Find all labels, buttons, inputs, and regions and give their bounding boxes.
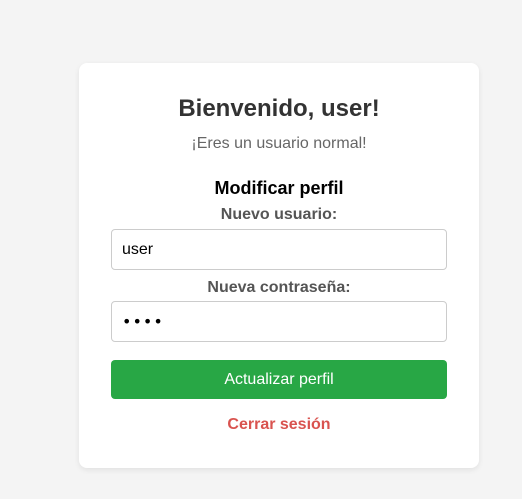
- profile-card: Bienvenido, user! ¡Eres un usuario norma…: [79, 63, 479, 468]
- new-password-label: Nueva contraseña:: [207, 279, 351, 296]
- welcome-title: Bienvenido, user!: [178, 95, 380, 122]
- role-message: ¡Eres un usuario normal!: [191, 135, 367, 152]
- logout-link[interactable]: Cerrar sesión: [227, 415, 330, 435]
- new-username-input[interactable]: [111, 229, 447, 270]
- edit-profile-form: Modificar perfil Nuevo usuario: Nueva co…: [111, 177, 447, 399]
- edit-profile-heading: Modificar perfil: [214, 178, 344, 198]
- new-password-input[interactable]: [111, 301, 447, 342]
- update-profile-button[interactable]: Actualizar perfil: [111, 360, 447, 399]
- new-username-label: Nuevo usuario:: [220, 206, 338, 223]
